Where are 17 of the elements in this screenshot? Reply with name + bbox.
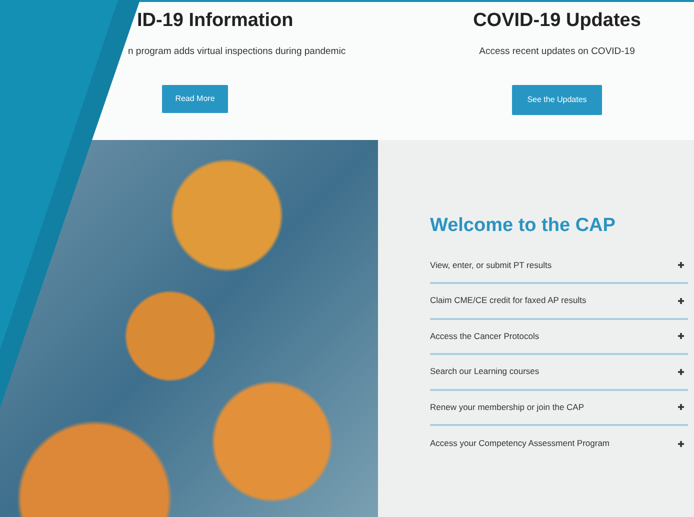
plus-icon — [678, 333, 684, 340]
card-description: n program adds virtual inspections during pandemic — [128, 45, 346, 59]
quick-link[interactable]: View, enter, or submit PT results — [430, 258, 552, 272]
plus-icon — [678, 440, 684, 447]
card-description: Access recent updates on COVID-19 — [479, 45, 635, 59]
plus-icon — [678, 262, 684, 268]
quick-link[interactable]: Search our Learning courses — [430, 365, 540, 378]
plus-icon — [678, 404, 684, 410]
welcome-heading: Welcome to the CAP — [430, 214, 616, 238]
card-title: COVID-19 Updates — [473, 9, 641, 33]
quick-link[interactable]: Claim CME/CE credit for faxed AP results — [430, 294, 586, 308]
quick-link[interactable]: Access the Cancer Protocols — [430, 330, 540, 343]
quick-link[interactable]: Access your Competency Assessment Program — [430, 437, 610, 450]
quick-link[interactable]: Renew your membership or join the CAP — [430, 400, 584, 414]
plus-icon — [678, 298, 684, 304]
plus-icon — [678, 368, 684, 375]
card-title: ID-19 Information — [137, 9, 294, 33]
